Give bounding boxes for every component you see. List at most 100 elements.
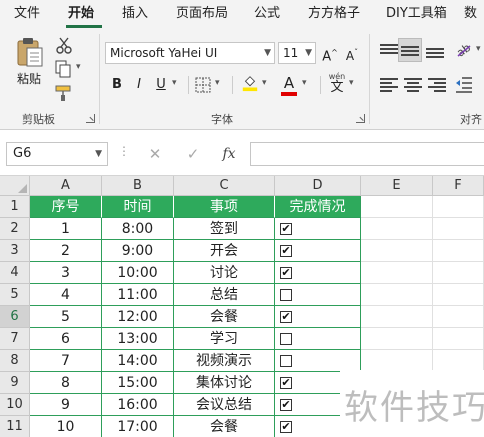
tab-formulas[interactable]: 公式	[254, 0, 280, 28]
table-cell-no[interactable]: 8	[30, 372, 102, 394]
name-box[interactable]: G6 ▼	[6, 142, 108, 166]
copy-dropdown-icon[interactable]: ▾	[76, 62, 81, 72]
empty-cell[interactable]	[433, 262, 484, 284]
table-cell-done[interactable]	[275, 328, 361, 350]
checkbox-checked-icon[interactable]: ✔	[280, 245, 292, 257]
checkbox-unchecked-icon[interactable]	[280, 355, 292, 367]
table-cell-item[interactable]: 签到	[174, 218, 275, 240]
row-header-7[interactable]: 7	[0, 328, 30, 350]
font-name-select[interactable]: Microsoft YaHei UI ▼	[105, 42, 275, 64]
bold-button[interactable]: B	[108, 74, 126, 96]
paste-icon[interactable]	[14, 36, 46, 68]
empty-cell[interactable]	[361, 306, 433, 328]
table-cell-time[interactable]: 10:00	[102, 262, 174, 284]
row-header-5[interactable]: 5	[0, 284, 30, 306]
row-header-11[interactable]: 11	[0, 416, 30, 437]
checkbox-checked-icon[interactable]: ✔	[280, 311, 292, 323]
font-color-dropdown-icon[interactable]: ▾	[302, 78, 307, 88]
increase-font-size-button[interactable]: A^	[320, 42, 340, 64]
table-cell-time[interactable]: 14:00	[102, 350, 174, 372]
borders-icon[interactable]	[194, 76, 214, 94]
empty-cell[interactable]	[361, 240, 433, 262]
table-cell-item[interactable]: 讨论	[174, 262, 275, 284]
table-cell-time[interactable]: 11:00	[102, 284, 174, 306]
table-header-cell[interactable]: 事项	[174, 196, 275, 218]
empty-cell[interactable]	[433, 240, 484, 262]
font-color-button[interactable]: A	[280, 72, 298, 94]
table-cell-done[interactable]: ✔	[275, 240, 361, 262]
table-cell-time[interactable]: 8:00	[102, 218, 174, 240]
empty-cell[interactable]	[433, 306, 484, 328]
align-center-icon[interactable]	[404, 78, 422, 92]
table-cell-item[interactable]: 视频演示	[174, 350, 275, 372]
row-header-2[interactable]: 2	[0, 218, 30, 240]
table-cell-no[interactable]: 3	[30, 262, 102, 284]
row-header-3[interactable]: 3	[0, 240, 30, 262]
table-cell-time[interactable]: 17:00	[102, 416, 174, 437]
checkbox-checked-icon[interactable]: ✔	[280, 267, 292, 279]
table-cell-item[interactable]: 会餐	[174, 306, 275, 328]
align-top-icon[interactable]	[380, 44, 398, 58]
row-header-1[interactable]: 1	[0, 196, 30, 218]
align-bottom-icon[interactable]	[426, 44, 444, 58]
checkbox-unchecked-icon[interactable]	[280, 333, 292, 345]
empty-cell[interactable]	[361, 328, 433, 350]
insert-function-button[interactable]: fx	[216, 142, 242, 166]
italic-button[interactable]: I	[130, 74, 148, 96]
empty-cell[interactable]	[361, 196, 433, 218]
empty-cell[interactable]	[433, 196, 484, 218]
cut-icon[interactable]	[54, 36, 74, 54]
align-left-icon[interactable]	[380, 78, 398, 92]
column-header-c[interactable]: C	[174, 176, 275, 196]
table-header-cell[interactable]: 时间	[102, 196, 174, 218]
column-header-e[interactable]: E	[361, 176, 433, 196]
checkbox-checked-icon[interactable]: ✔	[280, 377, 292, 389]
row-header-6[interactable]: 6	[0, 306, 30, 328]
column-header-d[interactable]: D	[275, 176, 361, 196]
phonetic-dropdown-icon[interactable]: ▾	[349, 78, 354, 88]
clipboard-launcher-icon[interactable]	[86, 114, 95, 123]
orientation-icon[interactable]: ab	[454, 40, 474, 58]
align-right-icon[interactable]	[428, 78, 446, 92]
table-cell-item[interactable]: 会餐	[174, 416, 275, 437]
checkbox-checked-icon[interactable]: ✔	[280, 223, 292, 235]
fill-color-dropdown-icon[interactable]: ▾	[262, 78, 267, 88]
empty-cell[interactable]	[433, 218, 484, 240]
empty-cell[interactable]	[361, 350, 433, 372]
checkbox-checked-icon[interactable]: ✔	[280, 421, 292, 433]
table-cell-no[interactable]: 5	[30, 306, 102, 328]
empty-cell[interactable]	[361, 284, 433, 306]
select-all-button[interactable]	[0, 176, 30, 196]
tab-page-layout[interactable]: 页面布局	[176, 0, 228, 28]
cancel-entry-button[interactable]: ✕	[142, 142, 168, 166]
table-cell-item[interactable]: 学习	[174, 328, 275, 350]
tab-diy-toolbox[interactable]: DIY工具箱	[386, 0, 447, 28]
table-cell-time[interactable]: 9:00	[102, 240, 174, 262]
table-header-cell[interactable]: 完成情况	[275, 196, 361, 218]
tab-data[interactable]: 数	[464, 0, 477, 28]
tab-insert[interactable]: 插入	[122, 0, 148, 28]
table-cell-done[interactable]	[275, 284, 361, 306]
empty-cell[interactable]	[361, 262, 433, 284]
table-cell-item[interactable]: 开会	[174, 240, 275, 262]
orientation-dropdown-icon[interactable]: ▾	[476, 44, 481, 54]
checkbox-checked-icon[interactable]: ✔	[280, 399, 292, 411]
tab-file[interactable]: 文件	[14, 0, 40, 28]
empty-cell[interactable]	[433, 284, 484, 306]
row-header-9[interactable]: 9	[0, 372, 30, 394]
confirm-entry-button[interactable]: ✓	[180, 142, 206, 166]
empty-cell[interactable]	[433, 350, 484, 372]
table-cell-done[interactable]: ✔	[275, 306, 361, 328]
table-cell-no[interactable]: 1	[30, 218, 102, 240]
table-cell-item[interactable]: 总结	[174, 284, 275, 306]
table-cell-done[interactable]: ✔	[275, 218, 361, 240]
font-launcher-icon[interactable]	[356, 114, 365, 123]
tab-fangfang-gezi[interactable]: 方方格子	[308, 0, 360, 28]
paste-button[interactable]: 粘贴	[17, 70, 41, 87]
table-cell-no[interactable]: 9	[30, 394, 102, 416]
checkbox-unchecked-icon[interactable]	[280, 289, 292, 301]
table-cell-no[interactable]: 2	[30, 240, 102, 262]
table-cell-no[interactable]: 4	[30, 284, 102, 306]
table-cell-time[interactable]: 13:00	[102, 328, 174, 350]
borders-dropdown-icon[interactable]: ▾	[215, 78, 220, 88]
